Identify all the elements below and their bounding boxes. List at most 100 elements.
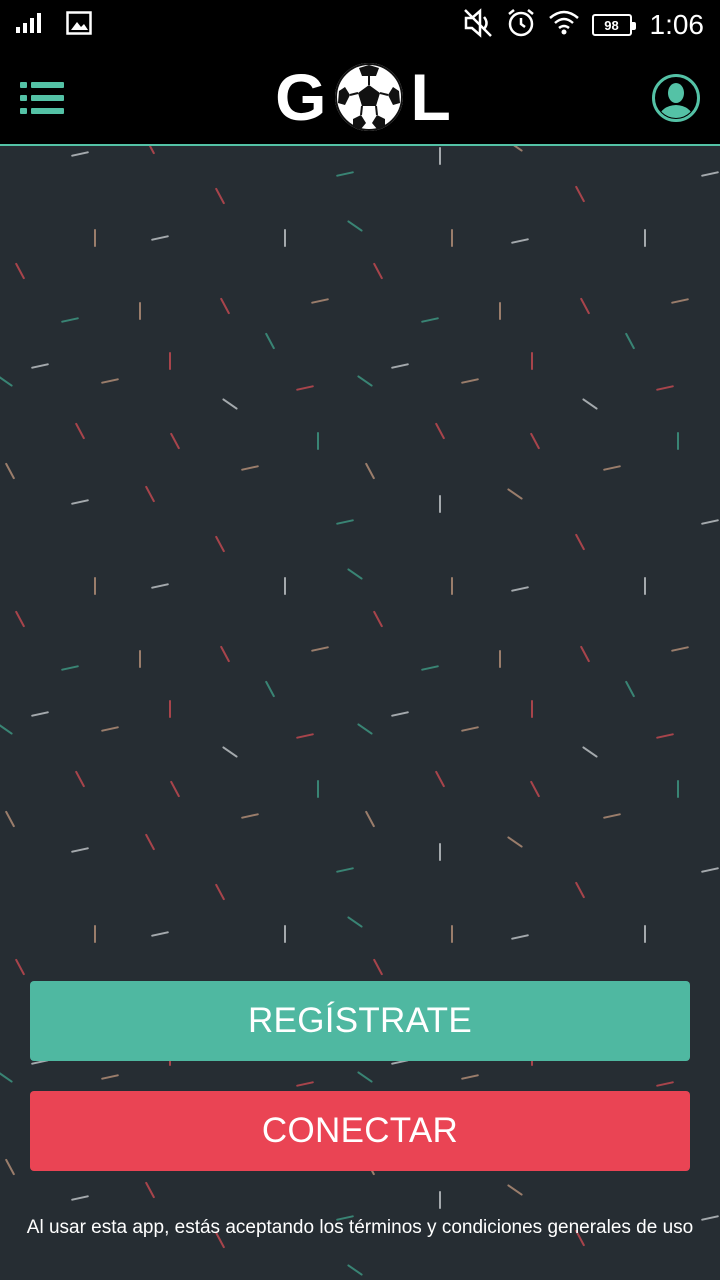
confetti-dash	[296, 385, 314, 391]
confetti-dash	[671, 646, 689, 652]
status-bar: 98 1:06	[0, 0, 720, 50]
confetti-dash	[357, 1071, 373, 1083]
confetti-dash	[241, 813, 259, 819]
register-button[interactable]: REGÍSTRATE	[30, 981, 690, 1061]
confetti-dash	[265, 332, 275, 350]
confetti-dash	[373, 262, 383, 280]
confetti-dash	[421, 317, 439, 323]
confetti-dash	[5, 462, 15, 480]
confetti-dash	[656, 1081, 674, 1087]
confetti-dash	[461, 726, 479, 732]
confetti-dash	[71, 1195, 89, 1201]
confetti-dash	[603, 465, 621, 471]
confetti-dash	[145, 833, 155, 851]
confetti-dash	[15, 610, 25, 628]
mute-icon	[462, 7, 494, 43]
confetti-dash	[671, 298, 689, 304]
battery-level: 98	[604, 17, 619, 33]
confetti-dash	[511, 586, 529, 592]
confetti-dash	[71, 151, 89, 157]
confetti-dash	[435, 770, 445, 788]
app-logo: G L	[216, 58, 510, 136]
confetti-dash	[215, 187, 225, 205]
confetti-dash	[511, 934, 529, 940]
confetti-dash	[61, 665, 79, 671]
confetti-dash	[701, 867, 719, 873]
confetti-dash	[220, 297, 230, 315]
confetti-dash	[701, 519, 719, 525]
confetti-dash	[575, 533, 585, 551]
confetti-dash	[373, 610, 383, 628]
confetti-dash	[151, 931, 169, 937]
confetti-dash	[151, 583, 169, 589]
confetti-dash	[241, 465, 259, 471]
confetti-dash	[347, 1264, 363, 1276]
confetti-dash	[461, 378, 479, 384]
confetti-dash	[61, 317, 79, 323]
confetti-dash	[336, 519, 354, 525]
confetti-dash	[311, 646, 329, 652]
image-notification-icon	[66, 10, 92, 40]
confetti-dash	[222, 398, 238, 410]
confetti-dash	[391, 363, 409, 369]
confetti-dash	[582, 746, 598, 758]
profile-icon	[652, 74, 700, 122]
wifi-icon	[548, 10, 580, 41]
confetti-dash	[656, 733, 674, 739]
confetti-dash	[170, 780, 180, 798]
menu-button[interactable]	[20, 80, 66, 116]
confetti-dash	[625, 332, 635, 350]
confetti-dash	[215, 883, 225, 901]
confetti-dash	[580, 645, 590, 663]
confetti-dash	[365, 810, 375, 828]
soccer-ball-icon	[334, 63, 403, 131]
confetti-dash	[15, 958, 25, 976]
confetti-dash	[296, 1081, 314, 1087]
confetti-dash	[0, 376, 13, 387]
terms-text: Al usar esta app, estás aceptando los té…	[26, 1217, 694, 1238]
confetti-dash	[507, 836, 523, 848]
status-bar-left	[16, 0, 92, 50]
battery-icon: 98	[591, 14, 636, 36]
confetti-dash	[421, 665, 439, 671]
confetti-dash	[75, 422, 85, 440]
confetti-dash	[265, 680, 275, 698]
confetti-dash	[296, 733, 314, 739]
confetti-dash	[220, 645, 230, 663]
logo-letter-g: G	[275, 60, 327, 134]
confetti-dash	[347, 568, 363, 580]
confetti-dash	[5, 1158, 15, 1176]
confetti-dash	[71, 847, 89, 853]
confetti-dash	[151, 235, 169, 241]
confetti-dash	[75, 770, 85, 788]
confetti-dash	[145, 485, 155, 503]
confetti-dash	[347, 220, 363, 232]
confetti-dash	[170, 432, 180, 450]
alarm-icon	[506, 8, 536, 43]
confetti-dash	[31, 363, 49, 369]
confetti-dash	[101, 1074, 119, 1080]
confetti-dash	[575, 185, 585, 203]
confetti-dash	[71, 499, 89, 505]
confetti-dash	[701, 171, 719, 177]
confetti-dash	[222, 746, 238, 758]
confetti-dash	[580, 297, 590, 315]
confetti-dash	[582, 398, 598, 410]
confetti-dash	[0, 724, 13, 735]
connect-button[interactable]: CONECTAR	[30, 1091, 690, 1171]
confetti-dash	[513, 146, 523, 152]
confetti-dash	[347, 916, 363, 928]
confetti-dash	[311, 298, 329, 304]
app-root: 98 1:06 G L REGÍSTRATE CONECTAR Al usar …	[0, 0, 720, 1280]
confetti-dash	[101, 726, 119, 732]
confetti-dash	[145, 1181, 155, 1199]
status-bar-right: 98 1:06	[462, 0, 704, 50]
confetti-dash	[336, 171, 354, 177]
confetti-dash	[603, 813, 621, 819]
confetti-dash	[507, 1184, 523, 1196]
menu-icon	[20, 82, 64, 114]
profile-button[interactable]	[652, 74, 700, 122]
confetti-dash	[575, 881, 585, 899]
confetti-dash	[357, 723, 373, 735]
confetti-dash	[5, 810, 15, 828]
